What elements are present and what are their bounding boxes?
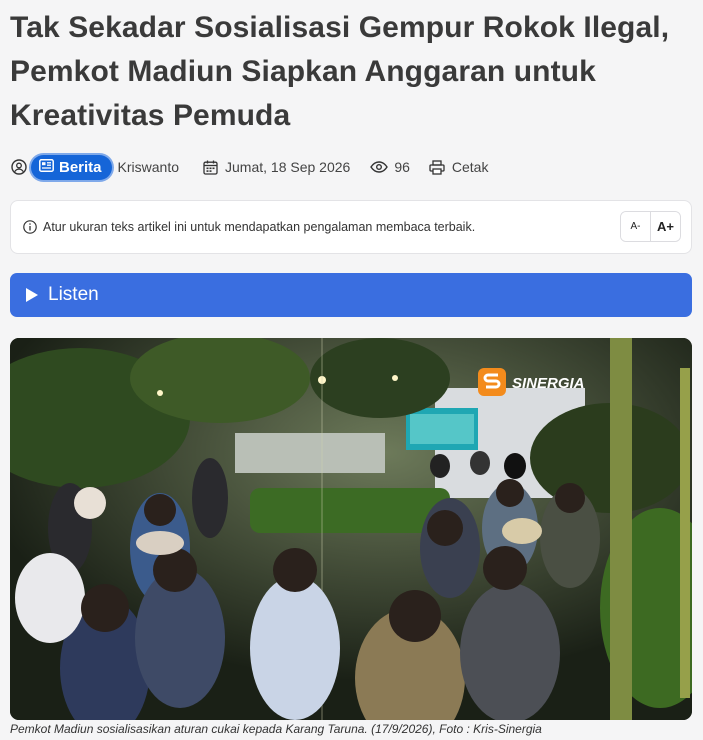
- sinergia-logo-icon: [478, 368, 506, 396]
- category-label: Berita: [59, 158, 102, 176]
- text-size-controls: A- A+: [620, 211, 681, 242]
- decrease-text-button[interactable]: A-: [621, 212, 650, 241]
- author-link[interactable]: Kriswanto: [118, 159, 179, 175]
- eye-icon: [370, 158, 389, 176]
- listen-label: Listen: [48, 284, 99, 305]
- photo-caption: Pemkot Madiun sosialisasikan aturan cuka…: [10, 722, 542, 736]
- play-icon: [26, 288, 38, 302]
- category-badge[interactable]: Berita: [31, 154, 112, 180]
- print-button[interactable]: Cetak: [452, 159, 489, 175]
- article-title: Tak Sekadar Sosialisasi Gempur Rokok Ile…: [10, 11, 670, 132]
- article-photo: SINERGIA: [10, 338, 692, 720]
- user-icon: [10, 158, 28, 176]
- notice-text: Atur ukuran teks artikel ini untuk menda…: [43, 220, 476, 234]
- text-size-notice: Atur ukuran teks artikel ini untuk menda…: [10, 200, 692, 254]
- event-scene-image: SINERGIA: [10, 338, 692, 720]
- news-icon: [39, 158, 54, 176]
- article-meta: Berita Kriswanto Jumat, 18 Sep 2026 96 C…: [10, 152, 488, 182]
- listen-button[interactable]: Listen: [10, 273, 692, 317]
- increase-text-button[interactable]: A+: [650, 212, 680, 241]
- photo-watermark: SINERGIA: [512, 375, 585, 392]
- calendar-icon: [201, 158, 219, 176]
- view-count: 96: [394, 159, 410, 175]
- publish-date: Jumat, 18 Sep 2026: [225, 159, 351, 175]
- info-icon: [23, 220, 37, 234]
- printer-icon[interactable]: [428, 158, 446, 176]
